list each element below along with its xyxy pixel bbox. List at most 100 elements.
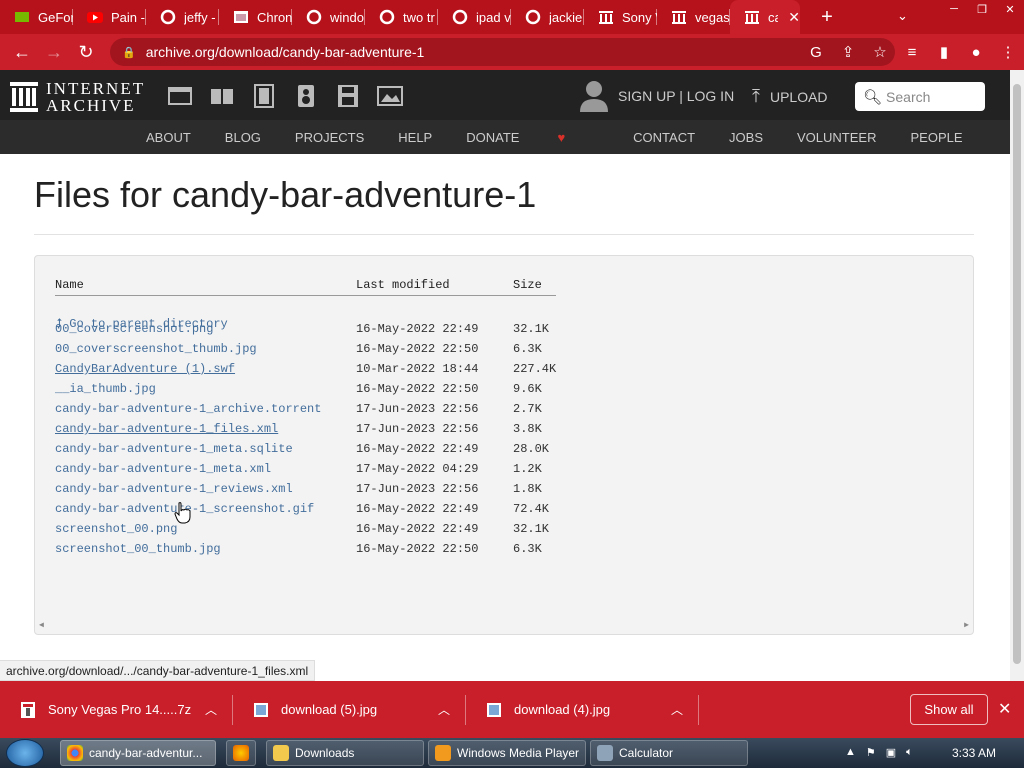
close-window-icon[interactable]: ✕ <box>996 0 1024 18</box>
nav-contact[interactable]: CONTACT <box>633 130 695 145</box>
volume-icon[interactable]: 🔈︎ <box>906 746 913 759</box>
bookmark-star-icon[interactable]: ☆ <box>864 38 896 66</box>
file-link[interactable]: CandyBarAdventure (1).swf <box>55 362 235 376</box>
taskbar-firefox[interactable] <box>226 740 256 766</box>
browser-tab[interactable]: Pain - <box>73 0 146 34</box>
chrome-icon <box>67 745 83 761</box>
file-date: 16-May-2022 22:49 <box>356 322 479 336</box>
reload-icon[interactable]: ↻ <box>70 36 102 68</box>
nav-donate[interactable]: DONATE ♥ <box>466 130 599 145</box>
clock[interactable]: 3:33 AM <box>952 746 996 760</box>
download-item[interactable]: download (4).jpg ︿ <box>466 681 699 738</box>
browser-tab[interactable]: windo <box>292 0 365 34</box>
software-floppy-icon[interactable] <box>334 84 362 108</box>
upload-link[interactable]: ⤒ UPLOAD <box>752 86 828 107</box>
show-all-button[interactable]: Show all <box>910 694 988 725</box>
file-link-hovered[interactable]: candy-bar-adventure-1_files.xml <box>55 422 278 436</box>
browser-tab[interactable]: GeFor <box>0 0 73 34</box>
browser-tab[interactable]: Chron <box>219 0 292 34</box>
search-input[interactable]: 🔍︎ Search <box>855 82 985 111</box>
close-download-shelf-icon[interactable]: ✕ <box>998 699 1011 719</box>
parent-directory-row[interactable]: ⮥ Go to parent directory <box>55 302 228 331</box>
reading-list-icon[interactable]: ≡ <box>896 38 928 66</box>
scroll-right-icon[interactable]: ▶ <box>964 620 969 630</box>
browser-tab[interactable]: jeffy - <box>146 0 219 34</box>
menu-kebab-icon[interactable]: ⋮ <box>992 38 1024 66</box>
google-icon <box>379 9 395 25</box>
browser-tab[interactable]: vegas <box>657 0 730 34</box>
profile-icon[interactable]: ● <box>960 38 992 66</box>
chevron-up-icon[interactable]: ︿ <box>205 701 217 718</box>
file-size: 32.1K <box>513 322 550 336</box>
file-listing: Name Last modified Size ⮥ Go to parent d… <box>34 255 974 635</box>
sign-in-area[interactable]: SIGN UP | LOG IN <box>580 80 734 112</box>
nav-help[interactable]: HELP <box>398 130 432 145</box>
column-header-size[interactable]: Size <box>513 278 542 292</box>
new-tab-icon[interactable]: + <box>812 6 842 29</box>
file-link[interactable]: __ia_thumb.jpg <box>55 382 156 396</box>
minimize-icon[interactable]: ─ <box>940 0 968 18</box>
nav-blog[interactable]: BLOG <box>225 130 261 145</box>
file-date: 16-May-2022 22:50 <box>356 382 479 396</box>
image-file-icon <box>487 702 501 717</box>
taskbar-media-player[interactable]: Windows Media Player <box>428 740 586 766</box>
column-header-modified[interactable]: Last modified <box>356 278 450 292</box>
tray-expand-icon[interactable]: ▲ <box>845 746 856 759</box>
scroll-left-icon[interactable]: ◀ <box>39 620 44 630</box>
tab-search-chevron-icon[interactable]: ⌄ <box>897 8 908 24</box>
browser-tab-active[interactable]: ca ✕ <box>730 0 800 34</box>
file-link[interactable]: candy-bar-adventure-1_meta.xml <box>55 462 271 476</box>
images-icon[interactable] <box>376 84 404 108</box>
file-link[interactable]: candy-bar-adventure-1_archive.torrent <box>55 402 321 416</box>
horizontal-scrollbar[interactable]: ◀ ▶ <box>35 620 973 634</box>
file-link[interactable]: candy-bar-adventure-1_reviews.xml <box>55 482 293 496</box>
audio-speaker-icon[interactable] <box>292 84 320 108</box>
google-icon <box>452 9 468 25</box>
google-icon <box>306 9 322 25</box>
file-link[interactable]: screenshot_00.png <box>55 522 177 536</box>
taskbar-explorer[interactable]: Downloads <box>266 740 424 766</box>
network-icon[interactable]: ▣ <box>886 746 896 759</box>
chevron-up-icon[interactable]: ︿ <box>438 701 450 718</box>
archive-icon <box>671 9 687 25</box>
action-center-icon[interactable]: ⚑ <box>866 746 876 759</box>
taskbar-calculator[interactable]: Calculator <box>590 740 748 766</box>
nav-volunteer[interactable]: VOLUNTEER <box>797 130 876 145</box>
search-icon: 🔍︎ <box>863 88 883 106</box>
chevron-up-icon[interactable]: ︿ <box>671 701 683 718</box>
taskbar-chrome[interactable]: candy-bar-adventur... <box>60 740 216 766</box>
nav-projects[interactable]: PROJECTS <box>295 130 364 145</box>
nav-people[interactable]: PEOPLE <box>910 130 962 145</box>
side-panel-icon[interactable]: ▮ <box>928 38 960 66</box>
browser-tab[interactable]: Sony V <box>584 0 657 34</box>
browser-tab[interactable]: jackie <box>511 0 584 34</box>
start-button[interactable] <box>6 739 44 767</box>
file-size: 227.4K <box>513 362 557 376</box>
texts-book-icon[interactable] <box>208 84 236 108</box>
google-lens-icon[interactable]: G <box>800 38 832 66</box>
restore-icon[interactable]: ❐ <box>968 0 996 18</box>
file-date: 17-Jun-2023 22:56 <box>356 402 479 416</box>
signup-login-link[interactable]: SIGN UP | LOG IN <box>618 88 734 104</box>
scrollbar-thumb[interactable] <box>1013 84 1021 664</box>
nav-jobs[interactable]: JOBS <box>729 130 763 145</box>
web-icon[interactable] <box>166 84 194 108</box>
video-film-icon[interactable] <box>250 84 278 108</box>
close-tab-icon[interactable]: ✕ <box>788 9 800 26</box>
forward-arrow-icon[interactable]: → <box>38 36 70 68</box>
download-item[interactable]: download (5).jpg ︿ <box>233 681 466 738</box>
vertical-scrollbar[interactable] <box>1010 70 1024 681</box>
download-item[interactable]: Sony Vegas Pro 14.....7z ︿ <box>0 681 233 738</box>
column-header-name[interactable]: Name <box>55 278 84 292</box>
back-arrow-icon[interactable]: ← <box>6 36 38 68</box>
file-link[interactable]: screenshot_00_thumb.jpg <box>55 542 221 556</box>
nav-about[interactable]: ABOUT <box>146 130 191 145</box>
file-link[interactable]: 00_coverscreenshot.png <box>55 322 213 336</box>
browser-tab[interactable]: ipad v <box>438 0 511 34</box>
address-bar[interactable]: 🔒 archive.org/download/candy-bar-adventur… <box>110 38 895 66</box>
file-link[interactable]: 00_coverscreenshot_thumb.jpg <box>55 342 257 356</box>
browser-tab[interactable]: two tr <box>365 0 438 34</box>
file-link[interactable]: candy-bar-adventure-1_meta.sqlite <box>55 442 293 456</box>
ia-logo[interactable]: INTERNET ARCHIVE <box>10 80 145 114</box>
share-icon[interactable]: ⇪ <box>832 38 864 66</box>
